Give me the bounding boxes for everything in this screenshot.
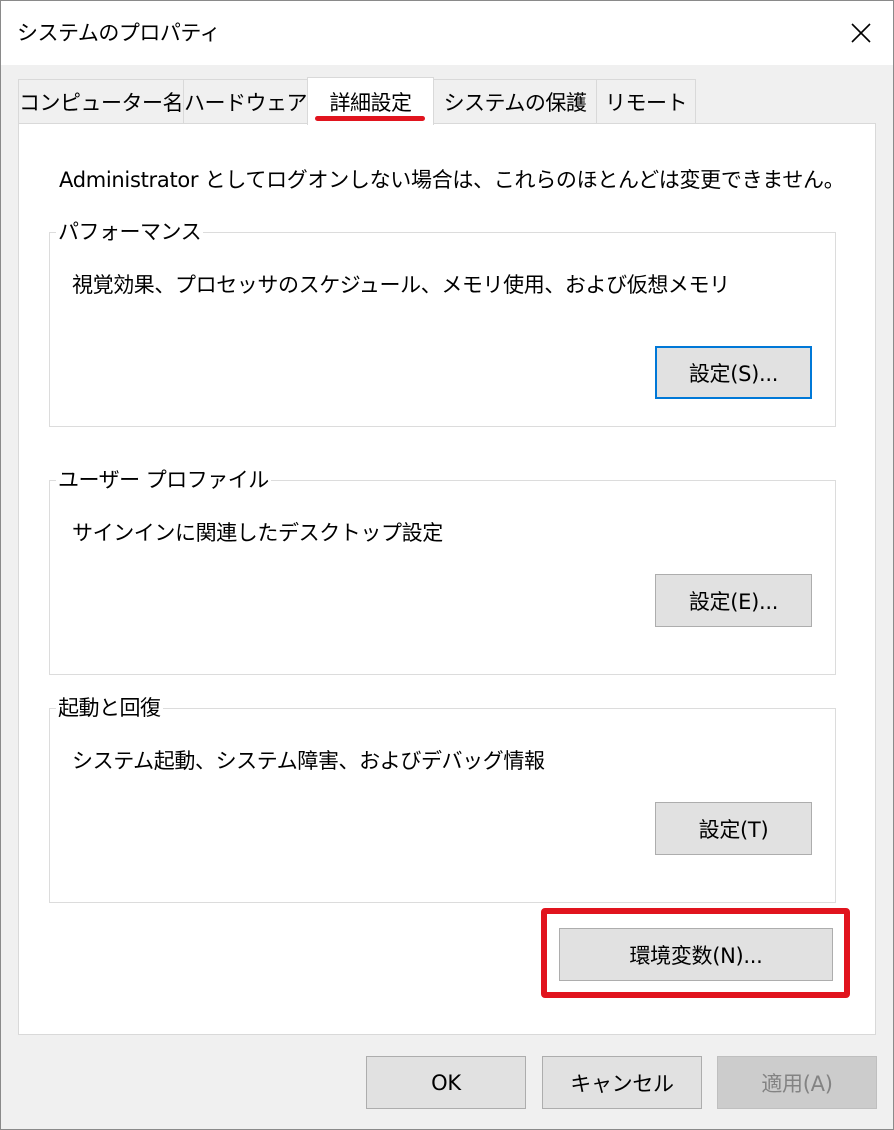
performance-group: パフォーマンス 視覚効果、プロセッサのスケジュール、メモリ使用、および仮想メモリ… xyxy=(49,217,836,427)
tab-hardware[interactable]: ハードウェア xyxy=(183,79,308,123)
startup-recovery-settings-button[interactable]: 設定(T) xyxy=(655,802,812,855)
admin-notice: Administrator としてログオンしない場合は、これらのほとんどは変更で… xyxy=(59,168,845,192)
ok-button[interactable]: OK xyxy=(366,1056,526,1109)
startup-recovery-title: 起動と回復 xyxy=(56,693,163,723)
user-profile-description: サインインに関連したデスクトップ設定 xyxy=(72,521,443,545)
environment-variables-button[interactable]: 環境変数(N)... xyxy=(559,928,833,981)
performance-description: 視覚効果、プロセッサのスケジュール、メモリ使用、および仮想メモリ xyxy=(72,273,730,297)
user-profile-title: ユーザー プロファイル xyxy=(56,465,271,495)
active-tab-annotation xyxy=(315,116,425,121)
close-icon xyxy=(851,23,871,43)
startup-recovery-group: 起動と回復 システム起動、システム障害、およびデバッグ情報 設定(T) xyxy=(49,693,836,903)
close-button[interactable] xyxy=(833,5,889,61)
performance-title: パフォーマンス xyxy=(56,217,204,247)
user-profile-group: ユーザー プロファイル サインインに関連したデスクトップ設定 設定(E)... xyxy=(49,465,836,675)
performance-settings-button[interactable]: 設定(S)... xyxy=(655,346,812,399)
user-profile-settings-button[interactable]: 設定(E)... xyxy=(655,574,812,627)
title-bar: システムのプロパティ xyxy=(1,1,893,65)
startup-recovery-description: システム起動、システム障害、およびデバッグ情報 xyxy=(72,749,545,773)
cancel-button[interactable]: キャンセル xyxy=(542,1056,702,1109)
tab-remote[interactable]: リモート xyxy=(596,79,696,123)
window-title: システムのプロパティ xyxy=(17,21,221,45)
apply-button[interactable]: 適用(A) xyxy=(717,1056,877,1109)
tab-computer-name[interactable]: コンピューター名 xyxy=(18,79,184,123)
advanced-tab-panel: Administrator としてログオンしない場合は、これらのほとんどは変更で… xyxy=(18,123,876,1035)
system-properties-window: システムのプロパティ コンピューター名 ハードウェア 詳細設定 システムの保護 … xyxy=(0,0,894,1130)
tab-system-protection[interactable]: システムの保護 xyxy=(433,79,597,123)
